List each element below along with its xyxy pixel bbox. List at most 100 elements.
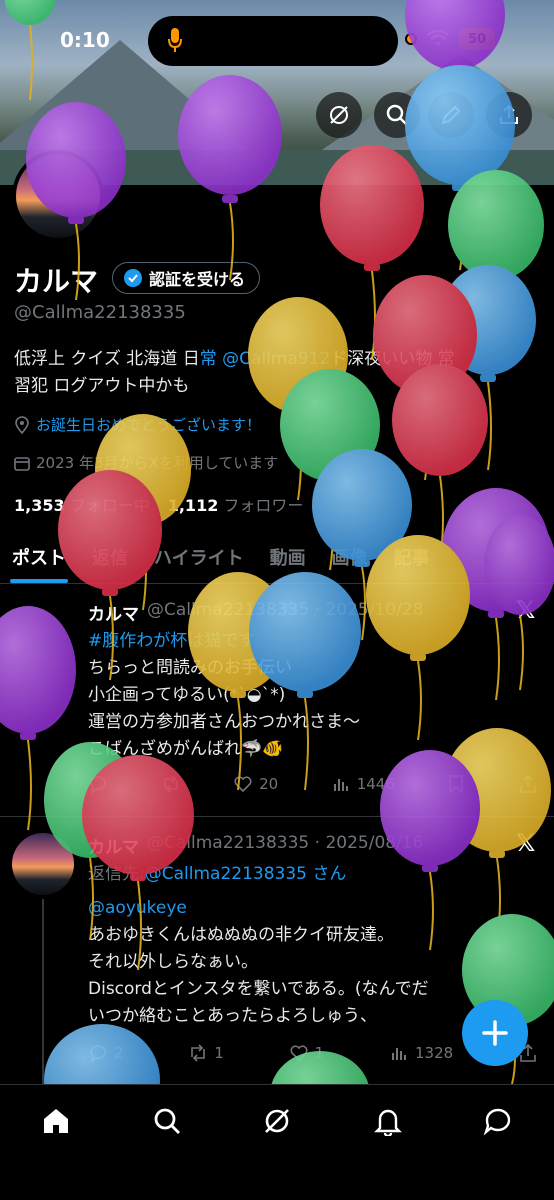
views-chart-icon <box>333 779 348 791</box>
nav-notifications[interactable] <box>368 1101 408 1141</box>
pencil-icon <box>441 105 461 125</box>
post-header: カルマ @Callma22138335 · 2025/08/16 <box>88 833 423 858</box>
heart-icon <box>290 1045 308 1062</box>
get-verified-label: 認証を受ける <box>149 270 246 289</box>
tab-articles[interactable]: 記事 <box>394 536 430 583</box>
tab-posts[interactable]: ポスト <box>10 536 68 583</box>
post-avatar[interactable] <box>12 833 74 895</box>
edit-button[interactable] <box>428 92 474 138</box>
repost-button[interactable] <box>161 774 181 794</box>
following-label: フォロー中 <box>69 496 150 515</box>
microphone-icon <box>168 28 182 52</box>
post-meta: @Callma22138335 · 2025/08/16 <box>147 833 424 853</box>
profile-handle: @Callma22138335 <box>14 302 186 323</box>
privacy-indicator-icon <box>405 33 417 45</box>
bio-line-2: 習犯 ログアウト中かも <box>14 376 190 396</box>
views-button[interactable]: 1328 <box>389 1043 453 1063</box>
bookmark-button[interactable] <box>447 774 465 794</box>
reply-icon <box>90 1045 106 1063</box>
post-line: Discordとインスタを繋いである。(なんでだ <box>88 979 429 999</box>
post-actions: 20 1446 <box>88 774 538 794</box>
post-author-name[interactable]: カルマ <box>88 600 139 625</box>
heart-icon <box>234 776 252 793</box>
follow-stats: 1,353 フォロー中 1,112 フォロワー <box>14 492 303 516</box>
view-count: 1446 <box>356 775 395 793</box>
post-item[interactable]: カルマ @Callma22138335 · 2025/10/28 𝕏 #腹作わが… <box>0 584 554 816</box>
x-logo-icon: 𝕏 <box>516 829 536 857</box>
status-indicators: 50 <box>405 28 495 50</box>
tab-videos[interactable]: 動画 <box>270 536 306 583</box>
reply-prefix: 返信先: <box>88 864 145 884</box>
reply-icon <box>90 776 106 794</box>
post-author-name[interactable]: カルマ <box>88 833 139 858</box>
post-hashtag[interactable]: #腹作わが杯は猫です <box>88 628 538 655</box>
nav-grok[interactable] <box>257 1101 297 1141</box>
reply-button[interactable]: 2 <box>88 1043 124 1063</box>
battery-indicator: 50 <box>459 28 495 50</box>
post-body: #腹作わが杯は猫です ちらっと問読みのお手伝い 小企画ってゆるい(*`◒`*) … <box>88 628 538 763</box>
repost-icon <box>191 1044 206 1062</box>
bio-mention-link[interactable]: 常 @Callma912 <box>200 349 331 369</box>
like-button[interactable]: 20 <box>233 774 278 794</box>
reply-button[interactable] <box>88 774 108 794</box>
profile-bio: 低浮上 クイズ 北海道 日常 @Callma912ド深夜いい物 常 習犯 ログア… <box>14 346 534 400</box>
grok-icon <box>330 106 348 124</box>
get-verified-button[interactable]: 認証を受ける <box>112 262 261 294</box>
compose-post-button[interactable] <box>462 1000 528 1066</box>
nav-search[interactable] <box>147 1101 187 1141</box>
post-header: カルマ @Callma22138335 · 2025/10/28 <box>88 600 423 625</box>
tab-replies[interactable]: 返信 <box>92 536 128 583</box>
like-button[interactable]: 1 <box>289 1043 324 1063</box>
grok-button[interactable] <box>316 92 362 138</box>
reply-context: 返信先:@Callma22138335 さん <box>88 861 538 888</box>
share-button[interactable] <box>486 92 532 138</box>
joined-line: 2023 年3月からXを利用しています <box>14 452 278 473</box>
status-time: 0:10 <box>60 28 110 52</box>
followers-count: 1,112 <box>167 496 219 515</box>
wifi-icon <box>427 30 449 46</box>
joined-text: 2023 年3月からXを利用しています <box>36 454 279 472</box>
birthday-line: お誕生日おめでとうございます！ <box>14 414 261 435</box>
post-line: それ以外しらなぁい。 <box>88 952 258 972</box>
birthday-text: お誕生日おめでとうございます！ <box>36 416 262 434</box>
tab-images[interactable]: 画像 <box>332 536 368 583</box>
views-button[interactable]: 1446 <box>331 774 395 794</box>
bio-text: 低浮上 クイズ 北海道 日 <box>14 349 200 369</box>
repost-icon <box>163 775 178 793</box>
reply-to-link[interactable]: @Callma22138335 さん <box>145 864 347 884</box>
calendar-icon <box>14 456 30 471</box>
tab-highlights[interactable]: ハイライト <box>154 536 244 583</box>
share-post-button[interactable] <box>518 774 538 794</box>
bio-text-2: ド深夜いい物 常 <box>330 349 455 369</box>
followers-link[interactable]: 1,112 フォロワー <box>168 492 304 516</box>
bottom-navigation <box>0 1084 554 1200</box>
views-chart-icon <box>391 1048 406 1060</box>
location-pin-icon <box>15 415 29 434</box>
share-icon <box>500 104 518 124</box>
following-count: 1,353 <box>14 496 65 515</box>
repost-button[interactable]: 1 <box>188 1043 224 1063</box>
post-line: あおゆきくんはぬぬぬの非クイ研友達。 <box>88 925 394 945</box>
post-meta: @Callma22138335 · 2025/10/28 <box>147 600 424 620</box>
followers-label: フォロワー <box>223 496 304 515</box>
post-line: 小企画ってゆるい(*`◒`*) <box>88 685 286 705</box>
plus-icon <box>482 1020 508 1046</box>
x-logo-icon: 𝕏 <box>516 596 536 624</box>
bell-icon <box>374 1109 402 1136</box>
search-button[interactable] <box>374 92 420 138</box>
post-line: こばんざめがんばれ🦈🐠 <box>88 739 284 759</box>
nav-home[interactable] <box>36 1101 76 1141</box>
grok-icon <box>265 1109 289 1133</box>
search-icon <box>386 104 407 125</box>
share-icon <box>520 774 536 793</box>
profile-avatar[interactable] <box>12 150 104 242</box>
reply-count: 2 <box>114 1044 124 1062</box>
nav-messages[interactable] <box>478 1101 518 1141</box>
verified-badge-icon <box>124 269 142 287</box>
post-mention[interactable]: @aoyukeye <box>88 895 538 922</box>
post-line: 運営の方参加者さんおつかれさま〜 <box>88 712 360 732</box>
following-link[interactable]: 1,353 フォロー中 <box>14 492 150 516</box>
home-icon <box>44 1109 68 1133</box>
like-count: 20 <box>259 775 279 793</box>
dynamic-island <box>148 16 398 66</box>
